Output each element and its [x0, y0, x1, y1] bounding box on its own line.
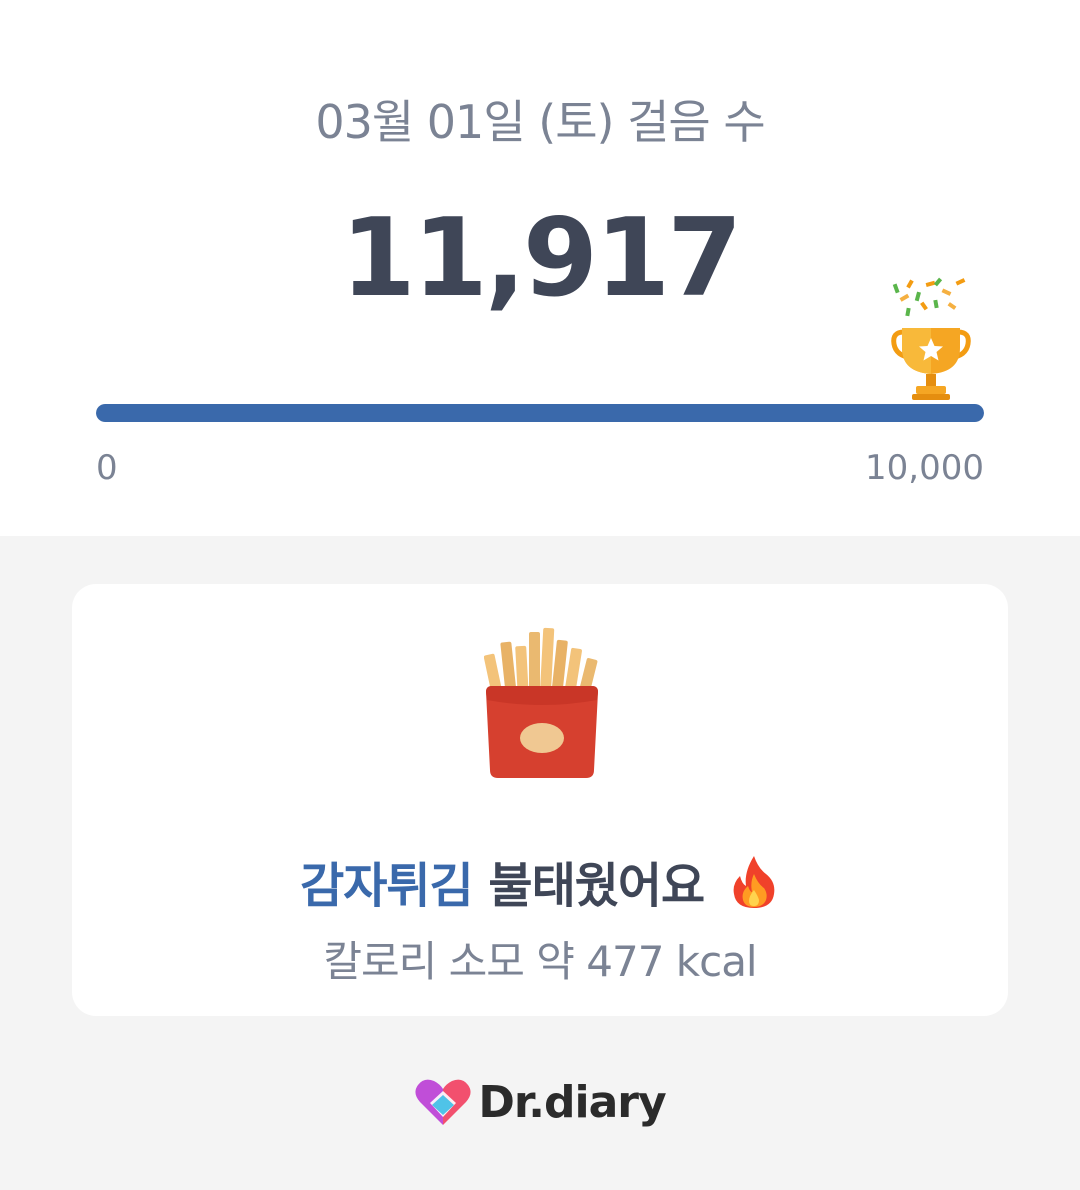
trophy-icon	[891, 277, 971, 400]
brand-name: Dr.diary	[478, 1076, 666, 1128]
step-summary-section: 03월 01일 (토) 걸음 수 11,917 0 10,000	[0, 0, 1080, 536]
heart-logo-icon	[415, 1079, 471, 1125]
calorie-text: 칼로리 소모 약 477 kcal	[323, 937, 757, 986]
french-fries-icon	[484, 627, 598, 778]
date-title: 03월 01일 (토) 걸음 수	[315, 95, 765, 149]
confetti-icon	[892, 277, 966, 317]
step-progress-bar	[96, 404, 984, 422]
burn-text: 불태웠어요	[472, 858, 705, 914]
food-name: 감자튀김	[300, 858, 474, 914]
fire-icon	[733, 856, 775, 908]
progress-max-label: 10,000	[865, 448, 984, 488]
progress-min-label: 0	[96, 448, 118, 488]
burn-message: 감자튀김 불태웠어요	[72, 846, 1008, 916]
step-progress-fill	[96, 404, 984, 422]
brand-footer: Dr.diary	[0, 1070, 1080, 1134]
calorie-card: 감자튀김 불태웠어요 칼로리 소모 약 477 kcal	[72, 584, 1008, 1016]
